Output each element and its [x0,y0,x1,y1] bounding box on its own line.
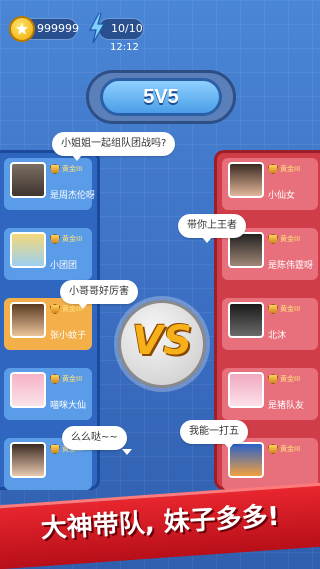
player-card-left-1[interactable]: 黄金III 是周杰伦呀 [0,154,96,214]
rank-label: 黄金III [62,375,83,383]
rank-shield-icon [50,304,60,314]
top-bar: 999999 10/10 12:12 [0,0,320,58]
vs-label: VS [132,318,192,364]
player-name: 张小蚊子 [50,331,87,341]
rank-shield-icon [268,304,278,314]
rank-shield-icon [268,374,278,384]
player-card-right-4[interactable]: 黄金III 是猪队友 [218,364,320,424]
player-name: 喵咪大仙 [50,401,87,411]
rank-shield-icon [268,164,278,174]
mode-banner: 5V5 [86,66,236,128]
chat-bubble: 么么哒~~ [62,426,132,455]
chat-bubble: 我能一打五 [180,420,248,449]
rank-label: 黄金III [280,445,301,453]
vs-emblem: VS [118,300,206,388]
rank-label: 黄金III [280,375,301,383]
chat-bubble: 带你上王者 [178,214,246,243]
rank-label: 黄金III [62,235,83,243]
player-card-right-3[interactable]: 黄金III 北沐 [218,294,320,354]
energy-timer: 12:12 [110,42,139,53]
player-name: 是猪队友 [268,401,305,411]
player-name: 是周杰伦呀 [50,191,96,201]
rank-label: 黄金III [62,165,83,173]
player-name: 小仙女 [268,191,296,201]
rank-shield-icon [50,444,60,454]
avatar [228,162,264,198]
coin-icon [9,16,35,42]
rank-shield-icon [268,444,278,454]
rank-label: 黄金III [280,235,301,243]
player-card-right-1[interactable]: 黄金III 小仙女 [218,154,320,214]
rank-shield-icon [50,374,60,384]
rank-label: 黄金III [280,165,301,173]
avatar [10,442,46,478]
player-name: 小团团 [50,261,78,271]
avatar [10,372,46,408]
avatar [228,372,264,408]
rank-shield-icon [50,234,60,244]
player-name: 是陈伟霆呀 [268,261,314,271]
avatar [10,162,46,198]
promo-banner: 大神带队, 妹子多多! [0,480,320,569]
player-name: 北沐 [268,331,287,341]
chat-bubble: 小姐姐一起组队团战吗? [52,132,176,161]
lightning-icon [89,13,106,43]
coin-value: 999999 [37,22,79,35]
coin-counter: 999999 [9,16,79,42]
rank-shield-icon [268,234,278,244]
player-card-left-4[interactable]: 黄金III 喵咪大仙 [0,364,96,424]
energy-value: 10/10 [111,22,143,35]
mode-label: 5V5 [100,78,222,116]
rank-label: 黄金III [280,305,301,313]
avatar [10,302,46,338]
rank-shield-icon [50,164,60,174]
player-card-left-2[interactable]: 黄金III 小团团 [0,224,96,284]
avatar [228,302,264,338]
avatar [10,232,46,268]
